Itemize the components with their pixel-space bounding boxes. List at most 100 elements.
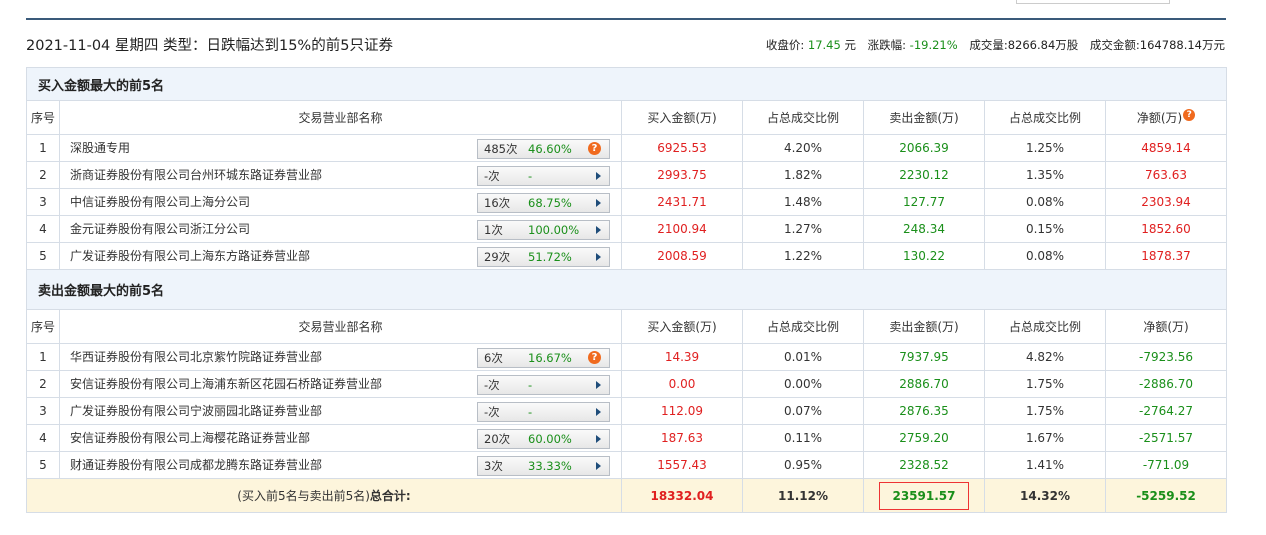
row-index-cell: 3 [26,188,60,216]
buy-amount-cell: 112.09 [621,397,743,425]
change-value: -19.21% [909,38,958,52]
row-index-cell: 2 [26,161,60,189]
expand-arrow-icon[interactable] [596,435,601,443]
column-header: 占总成交比例 [766,111,839,125]
sell-amount-cell: 2886.70 [863,370,985,398]
net-amount-cell: -2571.57 [1104,424,1228,452]
column-header: 买入金额(万) [647,111,717,125]
buy-ratio-cell: 0.01% [742,343,864,371]
table-row: 3 广发证券股份有限公司宁波丽园北路证券营业部 -次 - 112.09 0.07% 2876… [26,397,1228,425]
total-label: 总合计: [369,489,411,503]
broker-name[interactable]: 安信证券股份有限公司上海浦东新区花园石桥路证券营业部 [70,372,382,397]
broker-stats-button[interactable]: -次 - [477,402,610,422]
sell-ratio: 0.15% [1025,222,1065,236]
net-amount-cell: 763.63 [1104,161,1228,189]
sell-ratio: 0.08% [1025,195,1065,209]
broker-stats-button[interactable]: 29次 51.72% [477,247,610,267]
buy-amount-cell: 1557.43 [621,451,743,479]
broker-name[interactable]: 广发证券股份有限公司宁波丽园北路证券营业部 [70,399,322,424]
buy-ratio-cell: 1.82% [742,161,864,189]
expand-arrow-icon[interactable] [596,226,601,234]
broker-cell: 中信证券股份有限公司上海分公司 16次 68.75% [59,188,622,216]
column-header: 交易营业部名称 [298,320,383,334]
expand-arrow-icon[interactable] [596,253,601,261]
broker-stats-button[interactable]: 16次 68.75% [477,193,610,213]
expand-arrow-icon[interactable] [596,199,601,207]
sell-ratio-cell: 1.75% [984,397,1106,425]
broker-stats-button[interactable]: 485次 46.60%? [477,139,610,159]
broker-cell: 财通证券股份有限公司成都龙腾东路证券营业部 3次 33.33% [59,451,622,479]
buy-ratio-cell: 4.20% [742,134,864,162]
sell-ratio: 1.75% [1025,377,1065,391]
column-header-cell: 占总成交比例 [742,309,864,344]
broker-stats-button[interactable]: 1次 100.00% [477,220,610,240]
top-dropdown-box[interactable] [1016,0,1170,4]
column-header: 净额(万) [1143,320,1189,334]
sell-amount: 2876.35 [899,404,949,418]
help-icon[interactable]: ? [1183,109,1196,121]
top-divider [26,18,1226,20]
broker-cell: 浙商证券股份有限公司台州环城东路证券营业部 -次 - [59,161,622,189]
win-rate: 100.00% [528,223,580,237]
buy-amount: 2993.75 [657,168,707,182]
table-row: 5 广发证券股份有限公司上海东方路证券营业部 29次 51.72% 2008.59 1.2… [26,242,1228,270]
broker-stats-button[interactable]: 6次 16.67%? [477,348,610,368]
buy-ratio-cell: 0.11% [742,424,864,452]
net-amount: -771.09 [1142,458,1190,472]
amount-value: 164788.14万元 [1139,38,1225,52]
broker-name[interactable]: 金元证券股份有限公司浙江分公司 [70,217,250,242]
broker-name[interactable]: 广发证券股份有限公司上海东方路证券营业部 [70,244,310,269]
broker-stats-button[interactable]: 20次 60.00% [477,429,610,449]
listing-times: 3次 [484,459,503,473]
column-header-cell: 序号 [26,100,60,135]
help-icon[interactable]: ? [588,142,601,155]
broker-stats-button[interactable]: -次 - [477,375,610,395]
column-header: 卖出金额(万) [889,111,959,125]
expand-arrow-icon[interactable] [596,172,601,180]
column-header-cell: 占总成交比例 [984,309,1106,344]
total-sell-cell: 23591.57 [863,478,985,513]
broker-name[interactable]: 浙商证券股份有限公司台州环城东路证券营业部 [70,163,322,188]
broker-name[interactable]: 财通证券股份有限公司成都龙腾东路证券营业部 [70,453,322,478]
column-header-cell: 占总成交比例 [742,100,864,135]
column-header: 序号 [30,111,55,125]
help-icon[interactable]: ? [588,351,601,364]
buy-ratio: 0.07% [783,404,823,418]
column-header: 净额(万) [1136,111,1183,125]
buy-amount: 14.39 [664,350,700,364]
expand-arrow-icon[interactable] [596,381,601,389]
buy-section-title: 买入金额最大的前5名 [25,67,1228,101]
broker-name[interactable]: 深股通专用 [70,136,130,161]
buy-ratio: 0.01% [783,350,823,364]
column-header: 占总成交比例 [766,320,839,334]
expand-arrow-icon[interactable] [596,462,601,470]
stock-stats: 收盘价: 17.45 元 涨跌幅: -19.21% 成交量:8266.84万股 … [766,37,1225,53]
broker-name[interactable]: 华西证券股份有限公司北京紫竹院路证券营业部 [70,345,322,370]
total-buy: 18332.04 [650,488,714,503]
win-rate: 51.72% [528,250,572,264]
buy-ratio: 1.22% [783,249,823,263]
close-price-value: 17.45 [807,38,841,52]
expand-arrow-icon[interactable] [596,408,601,416]
column-header-cell: 交易营业部名称 [59,100,622,135]
listing-times: 485次 [484,142,518,156]
row-index: 4 [39,222,47,236]
table-row: 4 金元证券股份有限公司浙江分公司 1次 100.00% 2100.94 1.27% 248… [26,215,1228,243]
sell-amount-cell: 127.77 [863,188,985,216]
sell-section-title: 卖出金额最大的前5名 [25,269,1228,310]
broker-name[interactable]: 中信证券股份有限公司上海分公司 [70,190,250,215]
broker-stats-button[interactable]: -次 - [477,166,610,186]
broker-stats-button[interactable]: 3次 33.33% [477,456,610,476]
sell-ratio-cell: 1.25% [984,134,1106,162]
net-amount: -2571.57 [1139,431,1193,445]
net-amount: -7923.56 [1139,350,1193,364]
buy-ratio: 0.00% [783,377,823,391]
section-header: 买入金额最大的前5名 [25,67,1228,101]
net-amount-cell: -7923.56 [1104,343,1228,371]
total-net: -5259.52 [1136,488,1196,503]
total-sell-ratio: 14.32% [1020,488,1070,503]
broker-name[interactable]: 安信证券股份有限公司上海樱花路证券营业部 [70,426,310,451]
buy-ratio-cell: 0.07% [742,397,864,425]
buy-ratio-cell: 1.27% [742,215,864,243]
buy-amount-cell: 0.00 [621,370,743,398]
